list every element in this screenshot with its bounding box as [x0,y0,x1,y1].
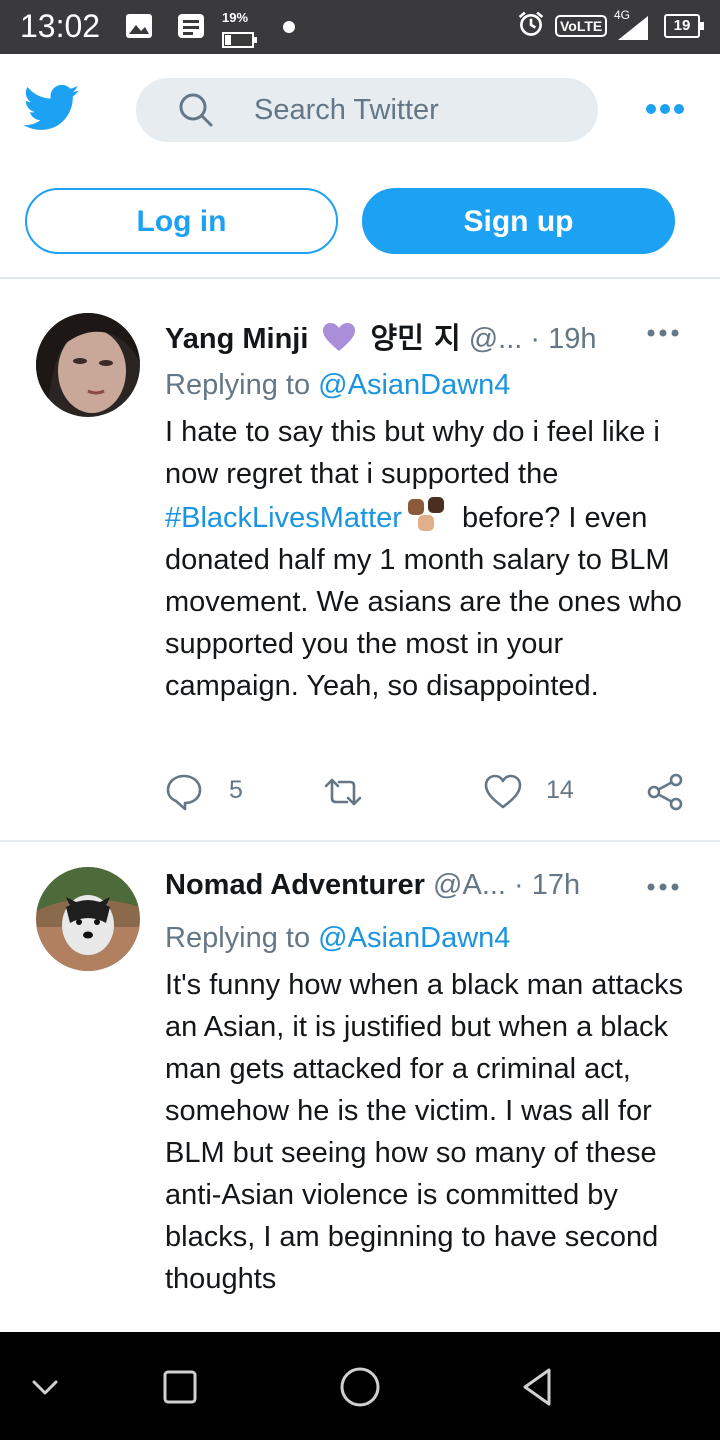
back-icon[interactable] [513,1362,563,1412]
tweet-more-icon[interactable] [646,328,680,338]
volte-badge: VoLTE [555,15,608,37]
tweet-text-part-1: I hate to say this but why do i feel lik… [165,416,660,490]
raised-fists-emoji [407,497,444,531]
replying-to-label: Replying to [165,369,311,401]
mention-link[interactable]: @AsianDawn4 [318,922,510,954]
share-icon[interactable] [645,772,685,812]
tweet-header: Nomad Adventurer @A... · 17h [165,869,705,909]
tweet-actions: 5 14 [165,772,685,812]
battery-small-icon [222,32,257,48]
twitter-bird-icon[interactable] [24,84,80,132]
android-nav-bar [0,1332,720,1440]
reply-count: 5 [229,776,243,804]
search-bar[interactable] [136,78,598,142]
more-options-icon[interactable] [640,94,690,124]
message-notification-icon [178,14,204,38]
login-button[interactable]: Log in [25,188,338,254]
tweet-more-icon[interactable] [646,882,680,892]
reply-icon[interactable] [165,772,203,812]
tweet-time[interactable]: · 17h [514,869,580,901]
replying-to: Replying to @AsianDawn4 [165,922,510,955]
status-bar: 13:02 19% VoLTE 4G 19 [0,0,720,54]
mention-link[interactable]: @AsianDawn4 [318,369,510,401]
search-icon [179,93,213,127]
tweet-header: Yang Minji 양민 지 @... · 19h [165,315,705,355]
user-name-korean: 양민 지 [370,321,461,355]
user-handle[interactable]: @A... [433,869,506,901]
tweet[interactable]: Yang Minji 양민 지 @... · 19h Replying to @… [0,285,720,840]
search-input[interactable] [254,78,574,142]
avatar[interactable] [36,313,140,417]
user-name[interactable]: Yang Minji [165,323,308,355]
avatar[interactable] [36,867,140,971]
battery-indicator: 19 [664,14,704,38]
tweet-text: I hate to say this but why do i feel lik… [165,411,695,707]
tweet-time[interactable]: · 19h [530,323,596,355]
status-time: 13:02 [20,8,101,44]
replying-to: Replying to @AsianDawn4 [165,369,510,402]
battery-percent-small: 19% [222,10,249,25]
top-header: Log in Sign up [0,54,720,279]
like-icon[interactable] [483,772,523,812]
signal-icon [618,16,648,40]
replying-to-label: Replying to [165,922,311,954]
signup-button[interactable]: Sign up [362,188,675,254]
like-count: 14 [546,776,574,804]
gallery-notification-icon [126,14,152,38]
tweet[interactable]: Nomad Adventurer @A... · 17h Replying to… [0,842,720,1332]
user-avatar-image [36,313,140,417]
retweet-icon[interactable] [323,772,363,812]
alarm-icon [518,11,544,36]
purple-heart-icon [323,323,356,351]
home-icon[interactable] [335,1362,385,1412]
user-handle[interactable]: @... [469,323,523,355]
tweet-text: It's funny how when a black man attacks … [165,969,684,1295]
notification-dot [283,21,295,33]
chevron-down-icon[interactable] [20,1362,70,1412]
recent-apps-icon[interactable] [155,1362,205,1412]
user-name[interactable]: Nomad Adventurer [165,869,425,901]
hashtag-link[interactable]: #BlackLivesMatter [165,502,402,534]
user-avatar-image [36,867,140,971]
